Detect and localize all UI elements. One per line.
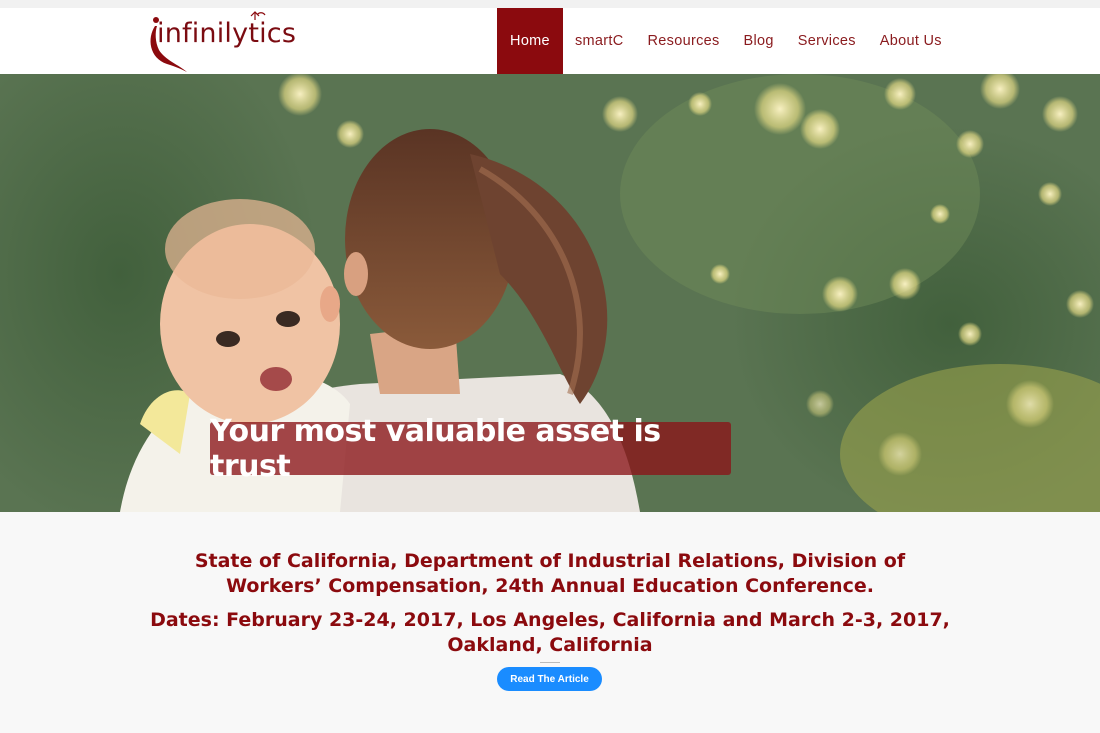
logo-wordmark: infinilytics — [157, 18, 297, 49]
site-header: infinilytics Home smartC Resources Blog … — [0, 8, 1100, 74]
nav-item-services[interactable]: Services — [786, 8, 868, 74]
hero-banner: Your most valuable asset is trust — [0, 74, 1100, 512]
nav-item-home[interactable]: Home — [497, 8, 563, 74]
top-strip — [0, 0, 1100, 8]
nav-item-blog[interactable]: Blog — [732, 8, 786, 74]
nav-item-smartc[interactable]: smartC — [563, 8, 636, 74]
nav-item-about-us[interactable]: About Us — [868, 8, 954, 74]
article-dates: Dates: February 23-24, 2017, Los Angeles… — [150, 609, 950, 656]
nav-item-resources[interactable]: Resources — [636, 8, 732, 74]
article-headline: State of California, Department of Indus… — [194, 550, 906, 597]
hero-caption: Your most valuable asset is trust — [210, 414, 731, 484]
featured-article: State of California, Department of Indus… — [0, 512, 1100, 733]
divider — [540, 662, 560, 663]
read-article-button[interactable]: Read The Article — [497, 667, 602, 691]
site-logo[interactable]: infinilytics — [145, 10, 297, 72]
main-nav: Home smartC Resources Blog Services Abou… — [497, 8, 954, 74]
